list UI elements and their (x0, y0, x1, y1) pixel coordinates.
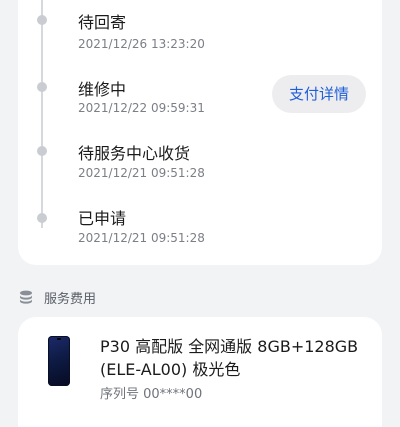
timeline-status: 维修中 (78, 80, 127, 99)
timeline-time: 2021/12/21 09:51:28 (78, 231, 205, 245)
timeline-time: 2021/12/26 13:23:20 (78, 37, 205, 51)
serial-number: 序列号 00****00 (100, 387, 203, 402)
product-name-line2: (ELE-AL00) 极光色 (100, 360, 241, 379)
repair-progress-card: 待回寄 2021/12/26 13:23:20 维修中 2021/12/22 0… (18, 0, 382, 265)
timeline-dot (37, 146, 47, 156)
timeline-dot (37, 213, 47, 223)
coins-stack-icon (18, 289, 34, 305)
timeline-time: 2021/12/21 09:51:28 (78, 166, 205, 180)
timeline-time: 2021/12/22 09:59:31 (78, 101, 205, 115)
payment-details-button[interactable]: 支付详情 (272, 75, 366, 113)
timeline-line (41, 0, 43, 228)
timeline-status: 待服务中心收货 (78, 144, 191, 163)
product-name-line1: P30 高配版 全网通版 8GB+128GB (100, 337, 359, 356)
timeline-dot (37, 15, 47, 25)
timeline-status: 已申请 (78, 209, 127, 228)
section-title: 服务费用 (44, 292, 97, 307)
product-image (48, 336, 70, 386)
service-fee-header: 服务费用 (18, 287, 218, 307)
product-card: P30 高配版 全网通版 8GB+128GB (ELE-AL00) 极光色 序列… (18, 317, 382, 427)
timeline-status: 待回寄 (78, 13, 127, 32)
timeline-dot (37, 82, 47, 92)
